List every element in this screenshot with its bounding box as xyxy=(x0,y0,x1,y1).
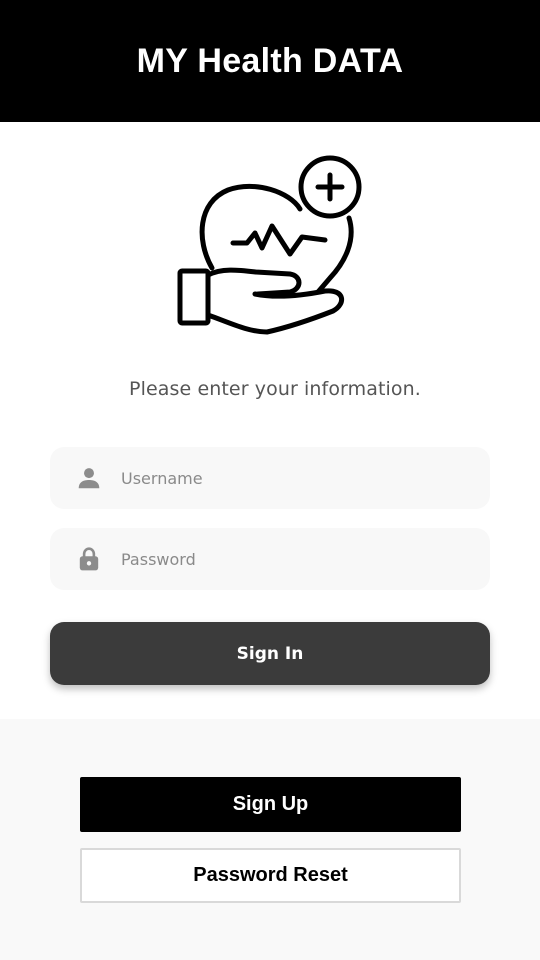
form-prompt: Please enter your information. xyxy=(129,378,421,400)
bottom-panel xyxy=(0,719,540,960)
user-icon xyxy=(76,465,102,491)
lock-icon xyxy=(76,546,102,572)
app-title: MY Health DATA xyxy=(136,41,404,80)
username-input[interactable] xyxy=(121,468,461,488)
password-reset-button[interactable]: Password Reset xyxy=(80,848,461,903)
password-field[interactable] xyxy=(50,528,490,590)
username-field[interactable] xyxy=(50,447,490,509)
sign-up-button[interactable]: Sign Up xyxy=(80,777,461,832)
password-input[interactable] xyxy=(121,549,461,569)
heart-in-hand-plus-icon xyxy=(177,155,362,335)
app-header: MY Health DATA xyxy=(0,0,540,122)
sign-in-button[interactable]: Sign In xyxy=(50,622,490,685)
